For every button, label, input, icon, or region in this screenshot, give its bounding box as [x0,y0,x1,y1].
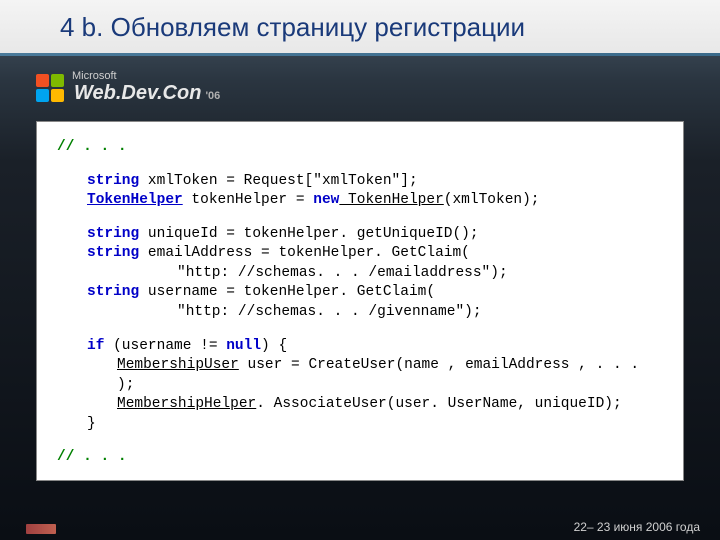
code-line: if (username != null) { [87,337,663,357]
brand-year: '06 [205,90,220,102]
slide: 4 b. Обновляем страницу регистрации Micr… [0,0,720,540]
brand-label: Web.Dev.Con '06 [74,82,220,104]
footer-accent-icon [26,524,56,534]
microsoft-label: Microsoft [72,70,220,82]
code-line: MembershipHelper. AssociateUser(user. Us… [87,395,663,415]
brand-name: Web.Dev.Con [74,82,201,104]
code-line: string uniqueId = tokenHelper. getUnique… [87,225,663,245]
code-line: MembershipUser user = CreateUser(name , … [87,356,663,395]
title-bar: 4 b. Обновляем страницу регистрации [0,0,720,53]
code-line: string xmlToken = Request["xmlToken"]; [87,172,663,192]
footer-dates: 22– 23 июня 2006 года [574,520,700,534]
code-comment: // . . . [57,449,127,465]
code-line: TokenHelper tokenHelper = new TokenHelpe… [87,191,663,211]
logo-row: Microsoft Web.Dev.Con '06 [0,56,720,115]
code-line: "http: //schemas. . . /givenname"); [87,303,663,323]
slide-title: 4 b. Обновляем страницу регистрации [60,12,720,43]
code-line: string username = tokenHelper. GetClaim( [87,283,663,303]
code-comment: // . . . [57,139,127,155]
code-line: "http: //schemas. . . /emailaddress"); [87,264,663,284]
logo-text: Microsoft Web.Dev.Con '06 [72,70,220,105]
microsoft-logo-icon [36,74,64,102]
code-line: } [87,415,663,435]
code-block: // . . . string xmlToken = Request["xmlT… [36,121,684,481]
footer: 22– 23 июня 2006 года [20,520,700,534]
code-line: string emailAddress = tokenHelper. GetCl… [87,244,663,264]
